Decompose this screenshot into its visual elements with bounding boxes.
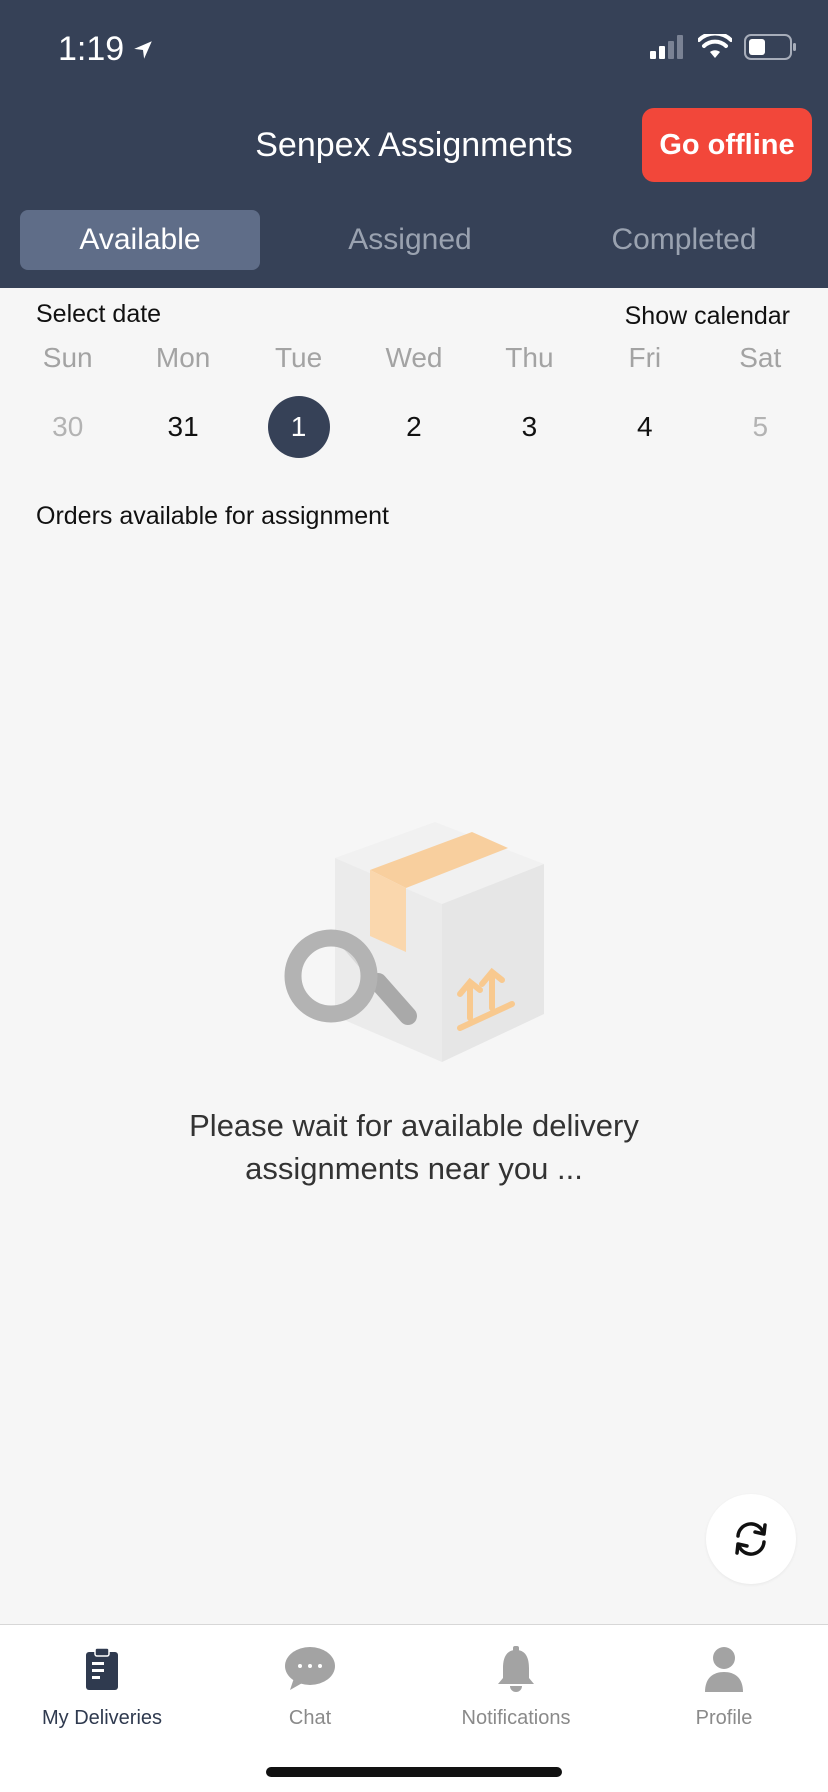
- battery-icon: [744, 34, 796, 60]
- location-arrow-icon: [134, 40, 152, 59]
- weekday-wed: Wed: [385, 342, 443, 373]
- chat-icon: [285, 1647, 335, 1690]
- date-5: 5: [752, 411, 769, 442]
- empty-state-line-2: assignments near you ...: [245, 1151, 583, 1186]
- weekday-sat: Sat: [739, 342, 782, 373]
- show-calendar-link[interactable]: Show calendar: [625, 302, 790, 331]
- date-cell[interactable]: 31: [125, 396, 240, 458]
- home-indicator: [266, 1767, 562, 1777]
- empty-box-search-illustration: [284, 822, 544, 1062]
- nav-label-profile: Profile: [695, 1707, 753, 1729]
- date-cell: 5: [703, 396, 818, 458]
- assignment-tabs: Available Assigned Completed: [20, 210, 808, 270]
- nav-label-my-deliveries: My Deliveries: [41, 1707, 163, 1729]
- status-time: 1:19: [58, 30, 125, 68]
- weekday-fri: Fri: [628, 342, 662, 373]
- status-bar: 1:19: [0, 0, 828, 100]
- empty-state-message: Please wait for available delivery assig…: [0, 1104, 828, 1190]
- date-cell-selected[interactable]: 1: [241, 396, 356, 458]
- date-3[interactable]: 3: [498, 396, 560, 458]
- person-icon: [705, 1647, 743, 1692]
- tab-assigned[interactable]: Assigned: [260, 210, 560, 270]
- date-cell[interactable]: 3: [472, 396, 587, 458]
- nav-chat[interactable]: Chat: [210, 1639, 410, 1730]
- status-icons: [648, 34, 798, 60]
- weekday-tue: Tue: [274, 342, 323, 373]
- app-header: 1:19 Senpex Assignments Go offline Avail…: [0, 0, 828, 288]
- date-cell: 30: [10, 396, 125, 458]
- bell-icon: [498, 1646, 534, 1692]
- date-2[interactable]: 2: [383, 396, 445, 458]
- clipboard-icon: [86, 1647, 118, 1690]
- status-time-wrap: 1:19: [58, 30, 154, 69]
- weekday-thu: Thu: [505, 342, 554, 373]
- date-30: 30: [52, 411, 84, 442]
- nav-label-chat: Chat: [288, 1707, 332, 1729]
- refresh-icon: [735, 1522, 767, 1556]
- cellular-signal-icon: [650, 35, 683, 59]
- nav-profile[interactable]: Profile: [624, 1639, 824, 1730]
- select-date-label: Select date: [36, 300, 162, 328]
- nav-my-deliveries[interactable]: My Deliveries: [2, 1639, 202, 1730]
- go-offline-button[interactable]: Go offline: [642, 108, 812, 182]
- nav-label-notifications: Notifications: [461, 1707, 571, 1729]
- date-cell[interactable]: 2: [356, 396, 471, 458]
- nav-notifications[interactable]: Notifications: [416, 1639, 616, 1730]
- refresh-button[interactable]: [706, 1494, 796, 1584]
- date-31[interactable]: 31: [152, 396, 214, 458]
- weekday-row: Sun Mon Tue Wed Thu Fri Sat: [10, 342, 818, 374]
- empty-state-line-1: Please wait for available delivery: [189, 1108, 639, 1143]
- date-row: 30 31 1 2 3 4 5: [10, 396, 818, 458]
- date-4[interactable]: 4: [614, 396, 676, 458]
- weekday-mon: Mon: [155, 342, 211, 373]
- orders-section-label: Orders available for assignment: [36, 502, 389, 530]
- tab-completed[interactable]: Completed: [560, 210, 808, 270]
- date-cell[interactable]: 4: [587, 396, 702, 458]
- wifi-icon: [698, 34, 732, 58]
- weekday-sun: Sun: [42, 342, 93, 373]
- date-1-selected[interactable]: 1: [267, 396, 330, 458]
- tab-available[interactable]: Available: [20, 210, 260, 270]
